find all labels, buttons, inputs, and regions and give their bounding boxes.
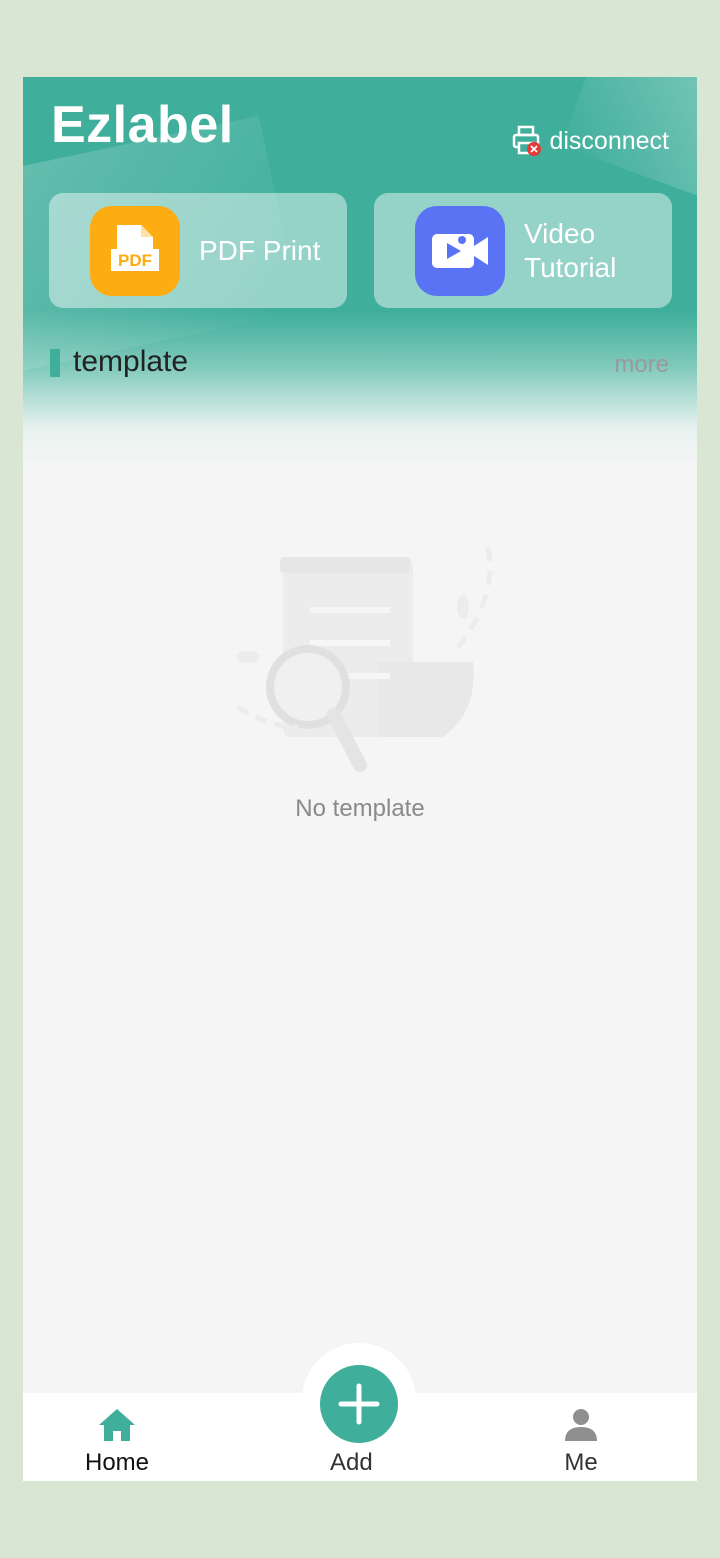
- empty-state-message: No template: [295, 795, 425, 822]
- user-icon: [565, 1409, 597, 1441]
- more-link[interactable]: more: [614, 351, 669, 379]
- tab-home-label: Home: [85, 1449, 150, 1476]
- video-icon: [415, 205, 505, 296]
- printer-status[interactable]: disconnect: [511, 125, 669, 157]
- add-button[interactable]: [320, 1365, 398, 1443]
- video-tutorial-label-line1: Video: [524, 217, 596, 249]
- section-accent-bar: [50, 349, 60, 377]
- empty-search-document-icon: [228, 537, 518, 787]
- tab-home[interactable]: Home: [85, 1407, 149, 1477]
- pdf-icon: PDF: [90, 205, 180, 296]
- section-title: template: [73, 345, 189, 378]
- tab-me-label: Me: [564, 1449, 598, 1476]
- svg-text:PDF: PDF: [118, 251, 152, 270]
- video-tutorial-card[interactable]: Video Tutorial: [374, 193, 672, 308]
- video-tutorial-label: Video Tutorial: [524, 217, 616, 285]
- tab-me[interactable]: Me: [563, 1407, 599, 1477]
- tab-add-label[interactable]: Add: [330, 1449, 373, 1477]
- app-title: Ezlabel: [51, 96, 234, 154]
- printer-disconnected-icon: [511, 125, 543, 157]
- plus-icon: [338, 1383, 380, 1425]
- pdf-print-label: PDF Print: [199, 234, 321, 266]
- video-tutorial-label-line2: Tutorial: [524, 251, 617, 283]
- app-screen: Ezlabel disconnect PDF PDF Print Video T…: [23, 77, 697, 1481]
- home-icon: [99, 1409, 136, 1441]
- pdf-print-card[interactable]: PDF PDF Print: [49, 193, 347, 308]
- printer-status-text: disconnect: [549, 126, 669, 155]
